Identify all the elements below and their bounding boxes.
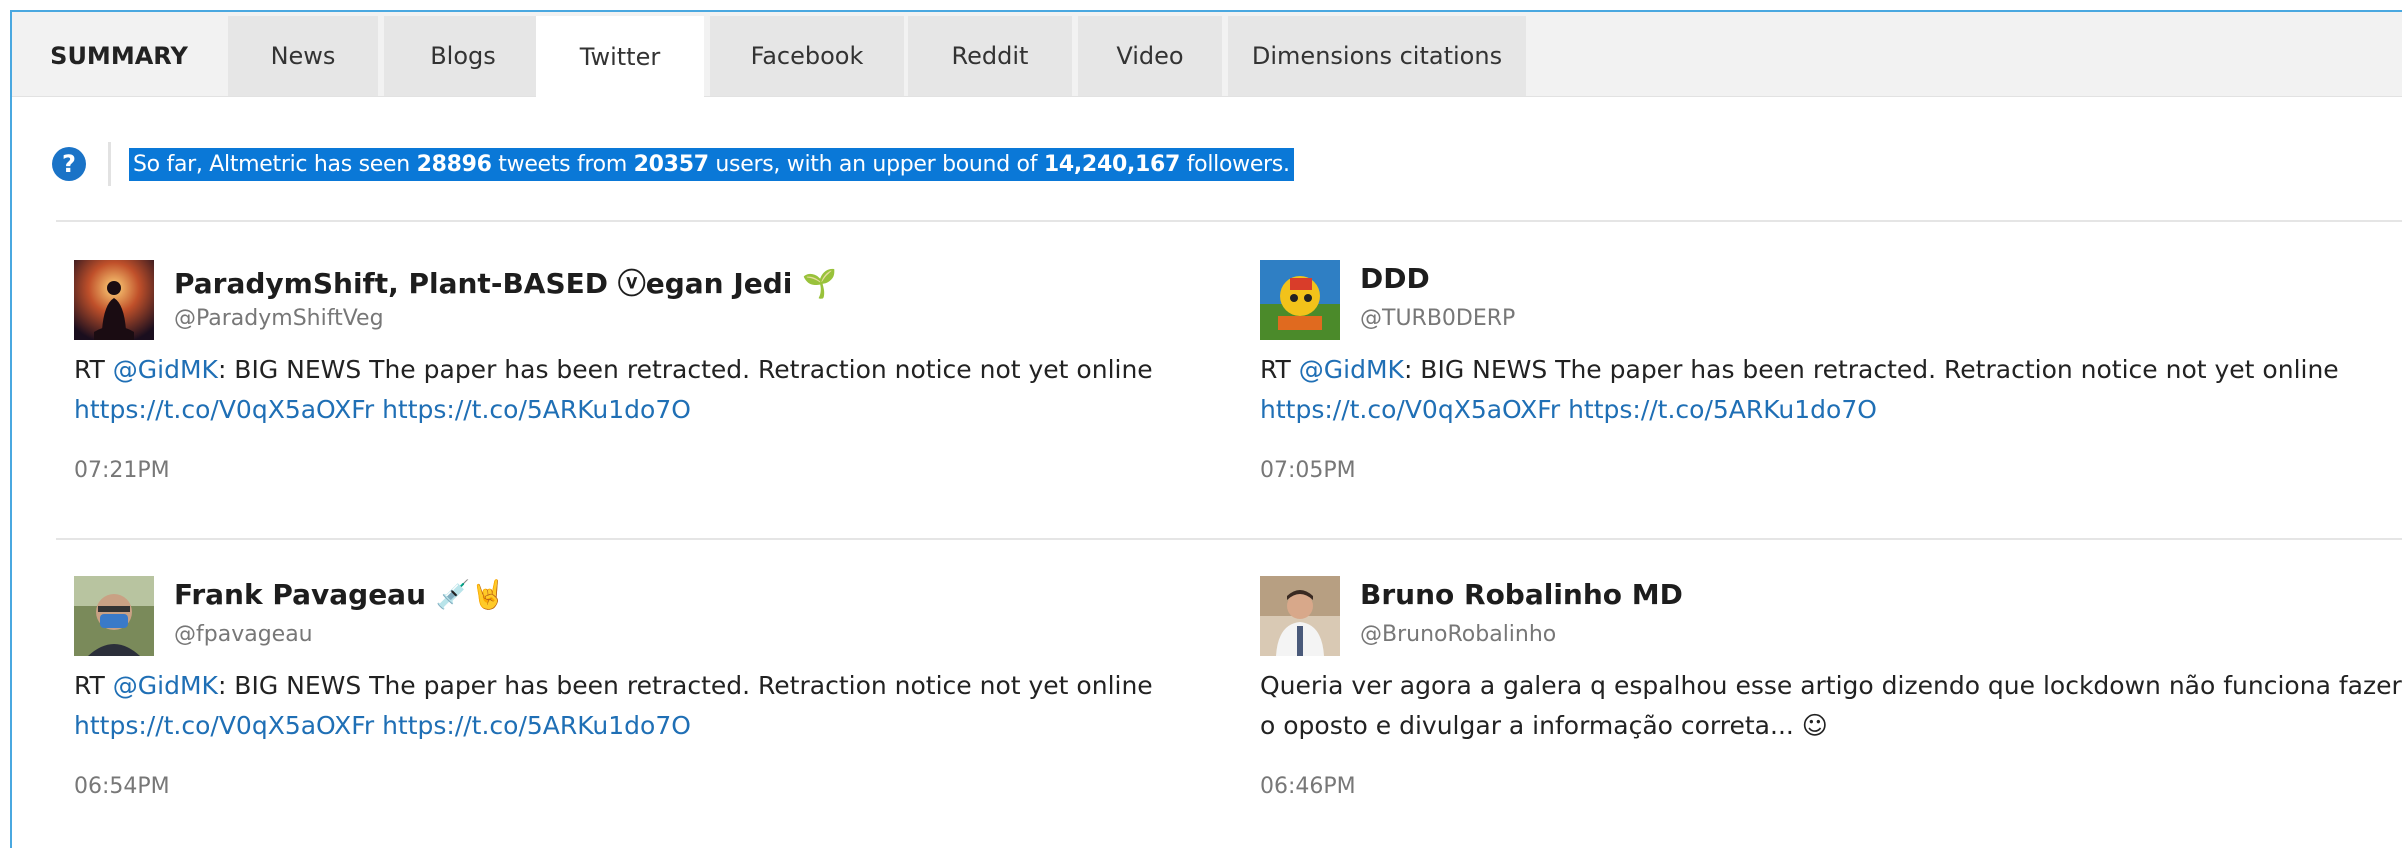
tweet-card: Frank Pavageau 💉🤘 @fpavageau RT @GidMK: …	[74, 576, 1234, 816]
tweet-text: Queria ver agora a galera q espalhou ess…	[1260, 671, 2402, 740]
mention-link[interactable]: @GidMK	[113, 671, 218, 700]
tweet-timestamp[interactable]: 07:05PM	[1260, 458, 1356, 483]
divider	[56, 538, 2402, 540]
summary-info-bar: ? So far, Altmetric has seen 28896 tweet…	[52, 136, 1294, 192]
tweet-link[interactable]: https://t.co/5ARKu1do7O	[382, 711, 691, 740]
tab-video[interactable]: Video	[1078, 16, 1222, 96]
tab-blogs[interactable]: Blogs	[384, 16, 542, 96]
tweet-text: RT @GidMK: BIG NEWS The paper has been r…	[74, 355, 1153, 424]
tab-label: SUMMARY	[50, 42, 188, 70]
follower-count: 14,240,167	[1043, 151, 1181, 177]
mention-link[interactable]: @GidMK	[113, 355, 218, 384]
tab-label: Facebook	[750, 42, 864, 70]
tab-summary[interactable]: SUMMARY	[12, 16, 226, 96]
tweet-link[interactable]: https://t.co/5ARKu1do7O	[1568, 395, 1877, 424]
tweet-link[interactable]: https://t.co/V0qX5aOXFr	[74, 395, 374, 424]
tab-label: News	[270, 42, 336, 70]
tweet-handle[interactable]: @fpavageau	[174, 622, 313, 647]
tab-label: Blogs	[430, 42, 496, 70]
avatar[interactable]	[1260, 576, 1340, 656]
tweet-text: RT @GidMK: BIG NEWS The paper has been r…	[1260, 355, 2339, 424]
tweet-handle[interactable]: @ParadymShiftVeg	[174, 306, 384, 331]
tab-label: Reddit	[951, 42, 1029, 70]
tweet-link[interactable]: https://t.co/V0qX5aOXFr	[74, 711, 374, 740]
tab-reddit[interactable]: Reddit	[908, 16, 1072, 96]
tweet-timestamp[interactable]: 06:46PM	[1260, 774, 1356, 799]
divider	[108, 142, 111, 186]
tweet-link[interactable]: https://t.co/V0qX5aOXFr	[1260, 395, 1560, 424]
tweet-count: 28896	[416, 151, 492, 177]
tweet-author-name[interactable]: DDD	[1360, 262, 1430, 295]
tweet-card: DDD @TURB0DERP RT @GidMK: BIG NEWS The p…	[1260, 260, 2402, 500]
seedling-icon: 🌱	[802, 267, 838, 300]
divider	[56, 220, 2402, 222]
tab-bar: SUMMARY News Blogs Twitter Facebook Redd…	[12, 12, 2402, 98]
tweet-author-name[interactable]: Bruno Robalinho MD	[1360, 578, 1683, 611]
tab-label: Video	[1116, 42, 1184, 70]
avatar[interactable]	[1260, 260, 1340, 340]
tweet-timestamp[interactable]: 06:54PM	[74, 774, 170, 799]
tweet-handle[interactable]: @BrunoRobalinho	[1360, 622, 1556, 647]
tweet-text: RT @GidMK: BIG NEWS The paper has been r…	[74, 671, 1153, 740]
tweet-card: Bruno Robalinho MD @BrunoRobalinho Queri…	[1260, 576, 2402, 816]
question-circle-icon[interactable]: ?	[52, 147, 86, 181]
avatar[interactable]	[74, 576, 154, 656]
syringe-rock-hand-icon: 💉🤘	[435, 578, 506, 611]
tab-dimensions-citations[interactable]: Dimensions citations	[1228, 16, 1526, 96]
tab-news[interactable]: News	[228, 16, 378, 96]
tweet-author-name[interactable]: ParadymShift, Plant-BASED ⓥegan Jedi 🌱	[174, 262, 837, 302]
tweet-handle[interactable]: @TURB0DERP	[1360, 306, 1515, 331]
tab-label: Twitter	[579, 43, 661, 71]
avatar[interactable]	[74, 260, 154, 340]
tweet-link[interactable]: https://t.co/5ARKu1do7O	[382, 395, 691, 424]
user-count: 20357	[633, 151, 709, 177]
twitter-panel: SUMMARY News Blogs Twitter Facebook Redd…	[10, 10, 2402, 848]
tweet-author-name[interactable]: Frank Pavageau 💉🤘	[174, 578, 506, 611]
tweet-stats-text: So far, Altmetric has seen 28896 tweets …	[129, 147, 1294, 181]
tab-twitter[interactable]: Twitter	[536, 16, 704, 98]
tab-facebook[interactable]: Facebook	[710, 16, 904, 96]
tweet-card: ParadymShift, Plant-BASED ⓥegan Jedi 🌱 @…	[74, 260, 1234, 500]
mention-link[interactable]: @GidMK	[1299, 355, 1404, 384]
tweet-timestamp[interactable]: 07:21PM	[74, 458, 170, 483]
tab-label: Dimensions citations	[1251, 42, 1503, 70]
